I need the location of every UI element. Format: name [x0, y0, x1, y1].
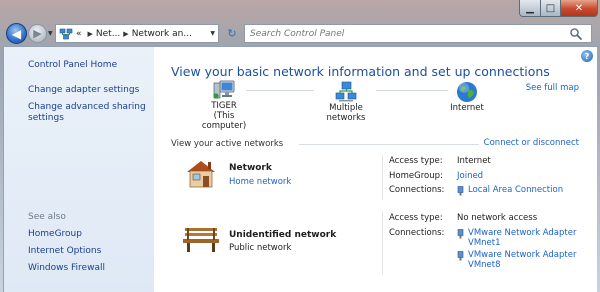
network-type: Public network	[229, 243, 292, 253]
network-type-link[interactable]: Home network	[229, 177, 291, 187]
access-type-label: Access type:	[389, 213, 443, 223]
sidebar-item-change-adapter-settings[interactable]: Change adapter settings	[28, 85, 139, 96]
network-name: Network	[229, 163, 272, 173]
see-also-heading: See also	[28, 212, 66, 222]
sidebar-item-label: settings	[28, 113, 64, 123]
sidebar-item-homegroup[interactable]: HomeGroup	[28, 229, 82, 240]
maximize-button[interactable]: □	[540, 0, 561, 17]
computer-name: TIGER	[211, 101, 237, 111]
refresh-button[interactable]: ↻	[222, 24, 242, 43]
connections-label: Connections:	[389, 228, 445, 238]
sidebar-item-change-advanced-sharing[interactable]: Change advanced sharing settings	[28, 102, 146, 124]
ethernet-icon	[457, 251, 464, 261]
divider	[382, 155, 383, 200]
map-node-multiple-networks[interactable]: Multiple networks	[310, 81, 382, 123]
breadcrumb-separator-icon[interactable]: ▶	[123, 30, 128, 38]
breadcrumb-network-sharing-center[interactable]: Network an...	[132, 29, 192, 39]
ethernet-icon	[457, 186, 464, 196]
network-name: Unidentified network	[229, 230, 337, 240]
network-folder-icon	[59, 28, 73, 40]
arrow-left-icon: ◀	[11, 26, 22, 41]
search-input[interactable]	[245, 28, 565, 39]
homegroup-joined-link[interactable]: Joined	[457, 171, 483, 181]
sidebar-item-windows-firewall[interactable]: Windows Firewall	[28, 263, 105, 274]
local-area-connection-link[interactable]: Local Area Connection	[457, 185, 563, 196]
vmware-vmnet1-link[interactable]: VMware Network Adapter VMnet1	[457, 228, 576, 248]
sidebar-item-label: Change advanced sharing	[28, 102, 146, 112]
minimize-button[interactable]: ▁	[519, 0, 541, 17]
content-area: Control Panel Home Change adapter settin…	[3, 46, 597, 292]
sidebar: Control Panel Home Change adapter settin…	[4, 47, 154, 292]
map-connector	[246, 90, 314, 91]
close-button[interactable]: ✕	[560, 0, 598, 17]
divider	[299, 144, 479, 145]
computer-subtitle: (This computer)	[201, 111, 247, 131]
main-panel: ? View your basic network information an…	[154, 47, 597, 292]
vmware-vmnet8-link[interactable]: VMware Network Adapter VMnet8	[457, 250, 576, 270]
chevron-down-icon[interactable]: ▼	[210, 30, 215, 37]
recent-pages-dropdown[interactable]: ▼	[48, 30, 53, 37]
address-bar[interactable]: « ▶ Net... ▶ Network an... ▼	[55, 24, 219, 43]
search-box[interactable]	[244, 24, 592, 43]
page-title: View your basic network information and …	[171, 64, 550, 79]
see-full-map-link[interactable]: See full map	[526, 83, 579, 93]
computer-icon	[194, 80, 254, 101]
home-icon[interactable]	[184, 159, 218, 192]
globe-icon	[442, 81, 492, 103]
divider	[382, 211, 383, 275]
sidebar-item-internet-options[interactable]: Internet Options	[28, 246, 101, 257]
map-node-internet[interactable]: Internet	[442, 81, 492, 113]
access-type-value: Internet	[457, 156, 491, 166]
forward-button[interactable]: ▶	[28, 24, 47, 43]
internet-label: Internet	[450, 103, 484, 113]
search-icon[interactable]	[569, 27, 583, 41]
refresh-icon: ↻	[227, 27, 237, 40]
breadcrumb-overflow[interactable]: «	[76, 29, 82, 39]
help-icon[interactable]: ?	[581, 50, 593, 62]
ethernet-icon	[457, 229, 464, 239]
map-node-this-computer[interactable]: TIGER (This computer)	[194, 80, 254, 131]
connect-or-disconnect-link[interactable]: Connect or disconnect	[484, 138, 579, 148]
connections-label: Connections:	[389, 185, 445, 195]
homegroup-label: HomeGroup:	[389, 171, 443, 181]
sidebar-item-control-panel-home[interactable]: Control Panel Home	[28, 60, 117, 71]
breadcrumb-network-internet[interactable]: Net...	[96, 29, 120, 39]
back-button[interactable]: ◀	[6, 23, 27, 44]
network-icon	[310, 81, 382, 103]
chevron-down-icon: ▼	[48, 30, 53, 37]
park-bench-icon[interactable]	[182, 225, 220, 256]
arrow-right-icon: ▶	[33, 27, 42, 40]
access-type-value: No network access	[457, 213, 538, 223]
window: ▁ □ ✕ ◀ ▶ ▼ « ▶ Net... ▶ Network an... ▼…	[0, 0, 600, 292]
active-networks-heading: View your active networks	[171, 139, 284, 149]
map-connector	[376, 90, 448, 91]
multiple-networks-label: Multiple networks	[326, 103, 366, 123]
access-type-label: Access type:	[389, 156, 443, 166]
breadcrumb-separator-icon[interactable]: ▶	[88, 30, 93, 38]
